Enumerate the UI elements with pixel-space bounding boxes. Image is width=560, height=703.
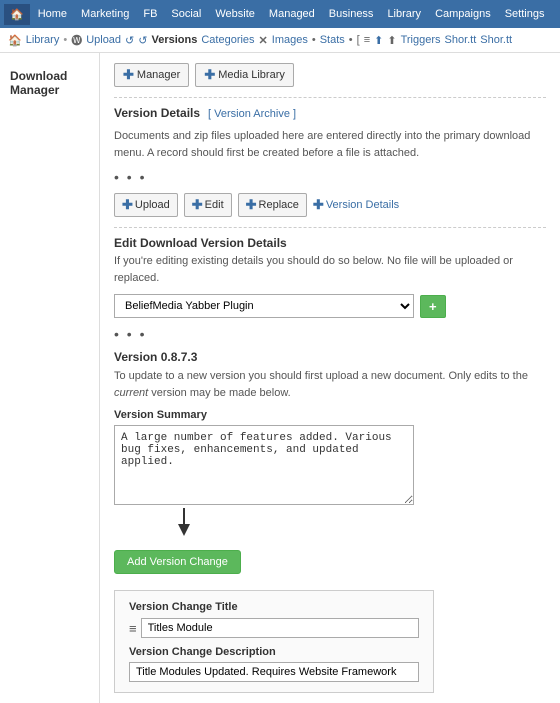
version-details-link[interactable]: ✚ Version Details [313, 197, 399, 213]
nav-home[interactable]: Home [32, 4, 73, 24]
breadcrumb-stats[interactable]: Stats [320, 34, 345, 46]
version-change-card: Version Change Title ≡ Version Change De… [114, 590, 434, 693]
tool-row: ✚ Upload ✚ Edit ✚ Replace ✚ Version Deta… [114, 193, 546, 217]
breadcrumb-images[interactable]: Images [272, 34, 308, 46]
nav-social[interactable]: Social [165, 4, 207, 24]
bullet1: • [312, 34, 316, 46]
nav-settings[interactable]: Settings [499, 4, 551, 24]
vc-title-input[interactable] [141, 618, 419, 638]
version-archive-subtitle: [ Version Archive ] [208, 108, 296, 120]
edit-section-title: Edit Download Version Details [114, 236, 546, 250]
edit-section-desc: If you're editing existing details you s… [114, 253, 546, 286]
vc-title-row: ≡ [129, 618, 419, 638]
nav-fb[interactable]: FB [137, 4, 163, 24]
vc-title-label: Version Change Title [129, 601, 419, 613]
nav-managed[interactable]: Managed [263, 4, 321, 24]
sidebar-title: Download Manager [0, 63, 99, 103]
breadcrumb-library[interactable]: Library [26, 34, 60, 46]
vc-desc-label: Version Change Description [129, 646, 419, 658]
version-number: Version 0.8.7.3 [114, 350, 546, 364]
upload-label: Upload [135, 199, 170, 211]
select-row: BeliefMedia Yabber Plugin + [114, 294, 546, 318]
nav-website[interactable]: Website [209, 4, 261, 24]
breadcrumb-categories[interactable]: Categories [201, 34, 254, 46]
breadcrumb-x: ✕ [259, 34, 268, 47]
vc-drag-icon: ≡ [129, 621, 137, 636]
sidebar: Download Manager [0, 53, 100, 703]
action-row: ✚ Manager ✚ Media Library [114, 63, 546, 87]
main-container: Download Manager ✚ Manager ✚ Media Libra… [0, 53, 560, 703]
ellipsis-2: • • • [114, 326, 546, 342]
arrow-indicator [154, 508, 214, 538]
top-navigation: 🏠 Home Marketing FB Social Website Manag… [0, 0, 560, 28]
manager-plus-icon: ✚ [123, 67, 134, 83]
refresh-icon-1: ↺ [125, 34, 134, 47]
manager-label: Manager [137, 69, 180, 81]
version-details-title: Version Details [114, 106, 200, 120]
version-details-link-label: Version Details [326, 199, 399, 211]
breadcrumb-website[interactable]: Triggers [401, 34, 441, 46]
breadcrumb-triggers[interactable]: Shor.tt [445, 34, 477, 46]
content-area: ✚ Manager ✚ Media Library Version Detail… [100, 53, 560, 703]
version-description: To update to a new version you should fi… [114, 368, 546, 401]
edit-label: Edit [205, 199, 224, 211]
refresh-icon-2: ↺ [138, 34, 147, 47]
breadcrumb-media-library[interactable]: ⬆ [374, 34, 383, 47]
upload-button[interactable]: ✚ Upload [114, 193, 178, 217]
breadcrumb-sep1: • [63, 34, 67, 46]
upload-icon: ⬆ [387, 34, 396, 47]
edit-plus-icon: ✚ [192, 197, 203, 213]
breadcrumb-shortt[interactable]: Shor.tt [480, 34, 512, 46]
add-plus-button[interactable]: + [420, 295, 446, 318]
divider-1 [114, 97, 546, 98]
version-details-link-icon: ✚ [313, 197, 324, 213]
divider-2 [114, 227, 546, 228]
vc-desc-input[interactable] [129, 662, 419, 682]
nav-marketing[interactable]: Marketing [75, 4, 135, 24]
breadcrumb: 🏠 Library • 🅦 Upload ↺ ↺ Versions Catego… [0, 28, 560, 53]
bullet2: • [349, 34, 353, 46]
nav-business[interactable]: Business [323, 4, 380, 24]
version-details-desc: Documents and zip files uploaded here ar… [114, 128, 546, 161]
version-details-section: Version Details [ Version Archive ] Docu… [114, 106, 546, 161]
wp-icon: 🅦 [71, 32, 82, 48]
version-summary-label: Version Summary [114, 409, 546, 421]
bracket-icon: [ [357, 34, 360, 46]
list-icon: ≡ [364, 34, 370, 46]
upload-plus-icon: ✚ [122, 197, 133, 213]
nav-library[interactable]: Library [381, 4, 427, 24]
replace-button[interactable]: ✚ Replace [238, 193, 307, 217]
replace-label: Replace [259, 199, 299, 211]
nav-home-icon: 🏠 [4, 4, 30, 25]
media-library-button[interactable]: ✚ Media Library [195, 63, 294, 87]
media-library-label: Media Library [218, 69, 285, 81]
breadcrumb-versions: Versions [151, 34, 197, 46]
media-library-plus-icon: ✚ [204, 67, 215, 83]
version-summary-textarea[interactable]: A large number of features added. Variou… [114, 425, 414, 505]
version-select[interactable]: BeliefMedia Yabber Plugin [114, 294, 414, 318]
breadcrumb-upload[interactable]: Upload [86, 34, 121, 46]
nav-campaigns[interactable]: Campaigns [429, 4, 497, 24]
manager-button[interactable]: ✚ Manager [114, 63, 189, 87]
edit-version-section: Edit Download Version Details If you're … [114, 236, 546, 286]
add-version-button[interactable]: Add Version Change [114, 550, 241, 574]
add-version-container: Add Version Change [114, 540, 241, 586]
home-icon: 🏠 [8, 34, 22, 47]
replace-plus-icon: ✚ [246, 197, 257, 213]
ellipsis-1: • • • [114, 169, 546, 185]
edit-button[interactable]: ✚ Edit [184, 193, 232, 217]
